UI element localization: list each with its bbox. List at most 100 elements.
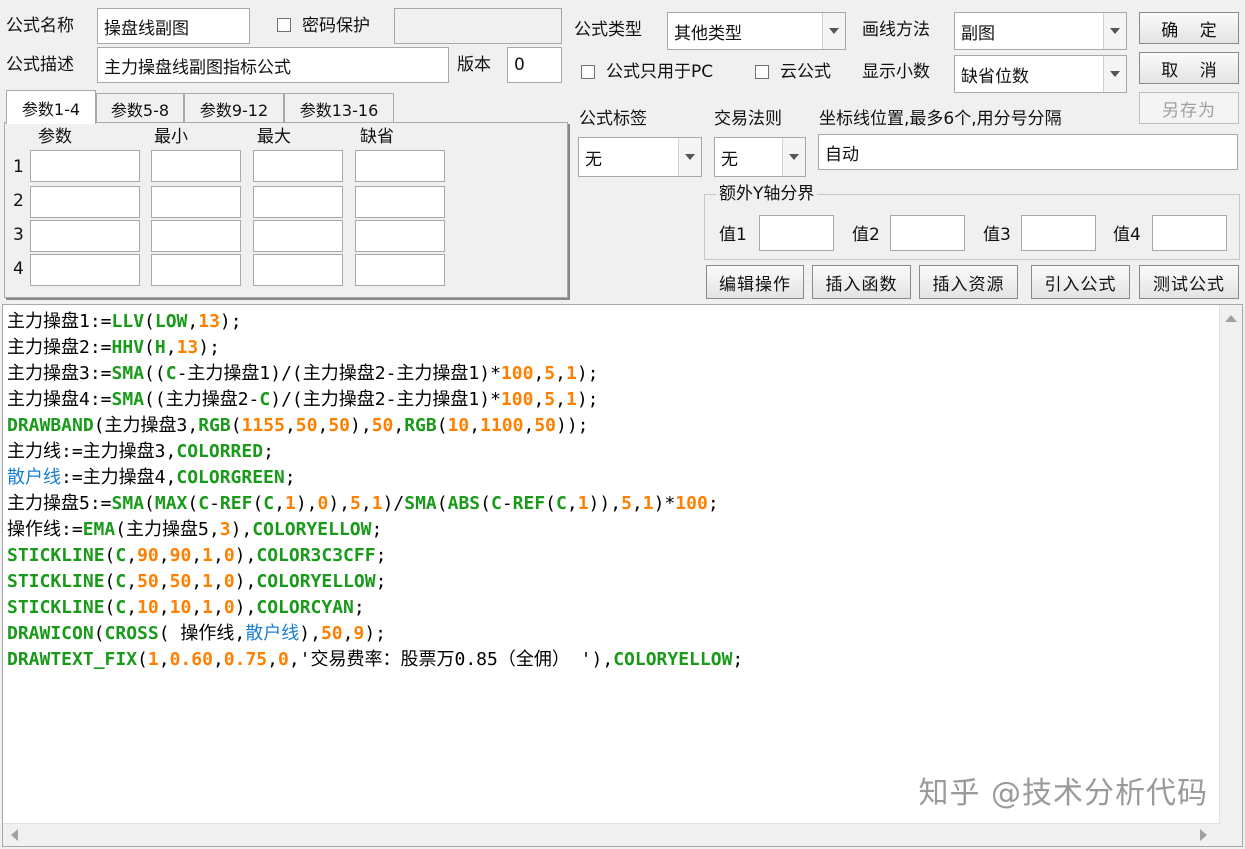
param-min-input[interactable] <box>151 254 241 286</box>
code-token: SMA <box>111 493 145 514</box>
code-token: ), <box>328 493 351 514</box>
formula-desc-input[interactable]: 主力操盘线副图指标公式 <box>97 47 449 83</box>
code-token: 50 <box>169 571 192 592</box>
code-token: ( <box>104 545 116 566</box>
param-max-input[interactable] <box>253 254 343 286</box>
code-token: , <box>158 597 170 618</box>
tab-params-13-16[interactable]: 参数13-16 <box>284 93 394 123</box>
code-token: ( <box>480 493 491 514</box>
import-formula-button[interactable]: 引入公式 <box>1031 265 1130 299</box>
axis-lines-input[interactable]: 自动 <box>818 134 1238 170</box>
code-editor[interactable]: 主力操盘1:=LLV(LOW,13); 主力操盘2:=HHV(H,13); 主力操盘… <box>2 304 1243 847</box>
code-token: 操作线:= <box>7 519 83 540</box>
cloud-formula-label: 云公式 <box>780 62 831 82</box>
code-token: , <box>126 571 138 592</box>
version-label: 版本 <box>457 55 491 75</box>
chevron-down-icon <box>822 13 845 49</box>
code-token: 0 <box>223 571 235 592</box>
vertical-scrollbar[interactable] <box>1219 305 1242 825</box>
y-value-3-input[interactable] <box>1021 215 1096 251</box>
tab-params-9-12[interactable]: 参数9-12 <box>184 93 284 123</box>
scroll-right-icon[interactable] <box>1200 829 1207 841</box>
code-token: ,'交易费率：股票万0.85（全佣） '), <box>288 649 614 670</box>
param-default-input[interactable] <box>355 254 445 286</box>
code-token: -主力操盘1)/(主力操盘2-主力操盘1)* <box>176 363 501 384</box>
code-token: )/(主力操盘2-主力操盘1)* <box>270 389 501 410</box>
param-default-input[interactable] <box>355 220 445 252</box>
tab-params-1-4[interactable]: 参数1-4 <box>6 90 96 124</box>
cloud-formula-checkbox[interactable] <box>755 65 769 79</box>
param-name-input[interactable] <box>30 220 140 252</box>
formula-tag-select[interactable]: 无 <box>578 137 702 177</box>
code-token: , <box>533 389 545 410</box>
code-token: ( <box>144 311 155 332</box>
param-name-input[interactable] <box>30 254 140 286</box>
code-token: 1 <box>284 493 296 514</box>
insert-function-button[interactable]: 插入函数 <box>812 265 911 299</box>
save-as-button[interactable]: 另存为 <box>1139 92 1239 124</box>
code-token: 1 <box>565 389 577 410</box>
scroll-up-icon[interactable] <box>1225 315 1237 322</box>
formula-name-input[interactable]: 操盘线副图 <box>97 8 250 44</box>
draw-method-select[interactable]: 副图 <box>954 12 1127 50</box>
decimals-select[interactable]: 缺省位数 <box>954 55 1127 93</box>
password-checkbox[interactable] <box>277 18 291 32</box>
param-name-input[interactable] <box>30 150 140 182</box>
param-header-max: 最大 <box>257 127 291 147</box>
y-value-2-label: 值2 <box>852 225 880 245</box>
param-max-input[interactable] <box>253 150 343 182</box>
param-min-input[interactable] <box>151 186 241 218</box>
code-token: (主力操盘5, <box>115 519 220 540</box>
code-token: ; <box>371 519 383 540</box>
test-formula-button[interactable]: 测试公式 <box>1139 265 1239 299</box>
code-token: SMA <box>404 493 437 514</box>
code-token: ); <box>219 311 242 332</box>
formula-type-label: 公式类型 <box>574 20 642 40</box>
code-token: 主力操盘1:= <box>7 311 112 332</box>
formula-tag-label: 公式标签 <box>579 109 647 129</box>
code-token: EMA <box>82 519 116 540</box>
code-token: C <box>556 493 567 514</box>
tab-params-5-8[interactable]: 参数5-8 <box>96 93 184 123</box>
insert-resource-button[interactable]: 插入资源 <box>919 265 1018 299</box>
edit-operation-button[interactable]: 编辑操作 <box>706 265 804 299</box>
param-min-input[interactable] <box>151 150 241 182</box>
code-line: 主力线:=主力操盘3,COLORRED; <box>7 439 1217 465</box>
code-token: , <box>274 493 285 514</box>
param-min-input[interactable] <box>151 220 241 252</box>
param-max-input[interactable] <box>253 220 343 252</box>
code-token: 0.75 <box>223 649 268 670</box>
param-default-input[interactable] <box>355 150 445 182</box>
param-max-input[interactable] <box>253 186 343 218</box>
trade-rule-select[interactable]: 无 <box>714 137 806 177</box>
param-name-input[interactable] <box>30 186 140 218</box>
code-token: ; <box>263 441 274 462</box>
pc-only-label: 公式只用于PC <box>606 62 714 82</box>
code-token: ( <box>436 493 448 514</box>
pc-only-checkbox[interactable] <box>581 65 595 79</box>
cancel-button[interactable]: 取 消 <box>1139 52 1239 84</box>
y-value-1-input[interactable] <box>759 215 834 251</box>
formula-type-select[interactable]: 其他类型 <box>667 12 846 50</box>
version-input[interactable]: 0 <box>507 47 562 83</box>
code-token: COLORYELLOW <box>252 519 372 540</box>
code-token: REF <box>219 493 253 514</box>
formula-tag-value: 无 <box>585 149 602 170</box>
code-token: 5 <box>544 389 556 410</box>
y-value-4-label: 值4 <box>1113 225 1141 245</box>
y-value-4-input[interactable] <box>1152 215 1227 251</box>
horizontal-scrollbar[interactable] <box>3 823 1221 846</box>
code-content[interactable]: 主力操盘1:=LLV(LOW,13); 主力操盘2:=HHV(H,13); 主力操盘… <box>7 309 1217 821</box>
param-default-input[interactable] <box>355 186 445 218</box>
formula-desc-label: 公式描述 <box>6 55 74 75</box>
code-token: 90 <box>137 545 159 566</box>
code-token: , <box>469 415 481 436</box>
code-token: , <box>126 545 138 566</box>
code-token: , <box>610 493 622 514</box>
code-token: , <box>317 415 329 436</box>
code-token: 100 <box>675 493 708 514</box>
y-value-2-input[interactable] <box>890 215 965 251</box>
code-token: , <box>284 415 296 436</box>
ok-button[interactable]: 确 定 <box>1139 12 1239 44</box>
scroll-left-icon[interactable] <box>11 829 18 841</box>
